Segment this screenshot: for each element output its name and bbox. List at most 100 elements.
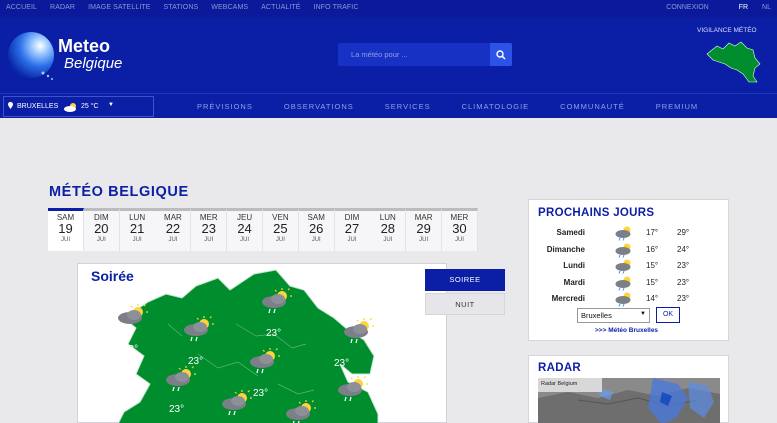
day-tab[interactable]: MAR 29 JUI xyxy=(406,208,443,251)
radar-map: Radar Belgium xyxy=(538,378,720,423)
partly-cloudy-icon xyxy=(64,103,76,112)
forecast-max: 23° xyxy=(677,261,690,270)
rain-cloud-sun-icon xyxy=(166,366,196,392)
next-days-panel: PROCHAINS JOURS Samedi 17° 29° Dimanche 16° 2… xyxy=(528,199,729,341)
logo-text-meteo[interactable]: Meteo xyxy=(58,36,110,57)
top-link-radar[interactable]: RADAR xyxy=(50,4,75,11)
search-input[interactable]: La météo pour ... xyxy=(351,50,408,59)
forecast-min: 15° xyxy=(646,277,659,287)
ok-button[interactable]: OK xyxy=(656,307,680,323)
rain-cloud-sun-icon xyxy=(615,276,631,291)
location-temp: 25 °C xyxy=(81,103,99,110)
rain-cloud-sun-icon xyxy=(615,259,631,274)
day-tab[interactable]: MER 23 JUI xyxy=(191,208,228,251)
forecast-map-panel: Soirée 22° 23° 23° 23° 23° 23° xyxy=(77,263,447,423)
day-tab-number: 29 xyxy=(416,221,431,236)
radar-caption: Radar Belgium xyxy=(541,381,578,387)
day-tab[interactable]: DIM 20 JUI xyxy=(83,208,120,251)
day-tab-month: JUI xyxy=(168,237,178,243)
forecast-row[interactable]: Mardi 15° 23° xyxy=(529,275,729,291)
rain-cloud-sun-icon xyxy=(615,243,631,258)
day-tab[interactable]: SAM 19 JUI xyxy=(48,208,84,251)
nav-previsions[interactable]: PRÉVISIONS xyxy=(197,102,253,111)
city-select[interactable]: Bruxelles ▼ xyxy=(577,308,650,323)
nav-climatologie[interactable]: CLIMATOLOGIE xyxy=(462,102,530,111)
chevron-down-icon: ▼ xyxy=(640,311,646,317)
forecast-day: Dimanche xyxy=(546,244,585,254)
city-select-value: Bruxelles xyxy=(581,311,612,320)
top-link-stations[interactable]: STATIONS xyxy=(164,4,199,11)
chevron-down-icon: ▼ xyxy=(108,102,114,108)
forecast-day: Samedi xyxy=(556,228,585,237)
day-tab-month: JUI xyxy=(419,237,429,243)
location-selector[interactable]: BRUXELLES 25 °C ▼ xyxy=(3,96,154,117)
day-tab[interactable]: VEN 25 JUI xyxy=(262,208,299,251)
day-tab[interactable]: DIM 27 JUI xyxy=(334,208,371,251)
nav-communaute[interactable]: COMMUNAUTÉ xyxy=(560,102,625,111)
day-tab[interactable]: LUN 21 JUI xyxy=(119,208,156,251)
top-link-info-trafic[interactable]: INFO TRAFIC xyxy=(314,4,359,11)
day-tab-number: 22 xyxy=(165,221,181,236)
soiree-button[interactable]: SOIREE xyxy=(425,269,505,291)
nav-services[interactable]: SERVICES xyxy=(385,102,431,111)
top-link-webcams[interactable]: WEBCAMS xyxy=(211,4,248,11)
vigilance-map-icon[interactable] xyxy=(705,38,761,84)
day-tab-month: JUI xyxy=(347,237,357,243)
day-tab-number: 19 xyxy=(58,221,73,236)
day-tab[interactable]: MAR 22 JUI xyxy=(155,208,192,251)
day-tab-number: 20 xyxy=(94,221,109,236)
forecast-row[interactable]: Dimanche 16° 24° xyxy=(529,242,729,258)
top-links: ACCUEIL RADAR IMAGE SATELLITE STATIONS W… xyxy=(6,4,359,11)
day-tab-number: 30 xyxy=(452,221,467,236)
logo-text-belgique[interactable]: Belgique xyxy=(64,55,122,72)
radar-title: RADAR xyxy=(538,362,582,374)
meteo-bruxelles-link[interactable]: >>> Météo Bruxelles xyxy=(595,327,658,334)
logo-drops-icon xyxy=(41,71,53,80)
forecast-min: 16° xyxy=(646,244,659,254)
day-tab-month: JUI xyxy=(383,237,393,243)
rain-cloud-sun-icon xyxy=(250,348,280,374)
forecast-max: 23° xyxy=(677,277,690,287)
top-link-accueil[interactable]: ACCUEIL xyxy=(6,4,37,11)
search-button[interactable] xyxy=(490,43,512,66)
top-link-actualite[interactable]: ACTUALITÉ xyxy=(261,4,300,11)
day-tab[interactable]: JEU 24 JUI xyxy=(227,208,264,251)
vigilance-label[interactable]: VIGILANCE MÉTÉO xyxy=(697,27,757,34)
rain-cloud-sun-icon xyxy=(286,400,316,423)
radar-image[interactable]: Radar Belgium xyxy=(538,378,720,423)
forecast-max: 23° xyxy=(677,294,690,303)
lang-fr[interactable]: FR xyxy=(739,4,748,11)
radar-panel: RADAR Radar Belgium xyxy=(528,355,729,423)
lang-nl[interactable]: NL xyxy=(762,4,771,11)
forecast-row[interactable]: Samedi 17° 29° xyxy=(529,225,729,241)
forecast-min: 14° xyxy=(646,294,659,303)
map-temp-label: 23° xyxy=(266,328,282,339)
header: Meteo Belgique La météo pour ... VIGILAN… xyxy=(0,18,777,93)
forecast-day: Lundi xyxy=(563,261,585,270)
rain-cloud-sun-icon xyxy=(222,390,252,416)
page-title: MÉTÉO BELGIQUE xyxy=(49,184,189,200)
map-temp-label: 23° xyxy=(253,388,269,399)
forecast-min: 15° xyxy=(646,261,659,270)
day-tab-number: 21 xyxy=(129,221,145,236)
top-link-image-satellite[interactable]: IMAGE SATELLITE xyxy=(88,4,150,11)
rain-cloud-sun-icon xyxy=(615,226,631,241)
rain-cloud-sun-icon xyxy=(344,318,374,344)
forecast-row[interactable]: Mercredi 14° 23° xyxy=(529,291,729,307)
nuit-button[interactable]: NUIT xyxy=(425,293,505,315)
connexion-link[interactable]: CONNEXION xyxy=(666,4,708,11)
forecast-row[interactable]: Lundi 15° 23° xyxy=(529,258,729,274)
nav-observations[interactable]: OBSERVATIONS xyxy=(284,102,354,111)
day-tab[interactable]: LUN 28 JUI xyxy=(370,208,407,251)
nav-premium[interactable]: PREMIUM xyxy=(656,102,698,111)
day-tab-number: 25 xyxy=(273,221,288,236)
day-tab[interactable]: MER 30 JUI xyxy=(441,208,478,251)
day-tab[interactable]: SAM 26 JUI xyxy=(298,208,335,251)
day-tab-number: 27 xyxy=(344,221,360,236)
location-name: BRUXELLES xyxy=(17,103,59,110)
forecast-day: Mercredi xyxy=(551,294,585,303)
search-box[interactable]: La météo pour ... xyxy=(338,43,512,66)
next-days-title: PROCHAINS JOURS xyxy=(538,207,655,219)
day-tab-number: 24 xyxy=(237,221,252,236)
map-section-title: Soirée xyxy=(91,268,134,284)
